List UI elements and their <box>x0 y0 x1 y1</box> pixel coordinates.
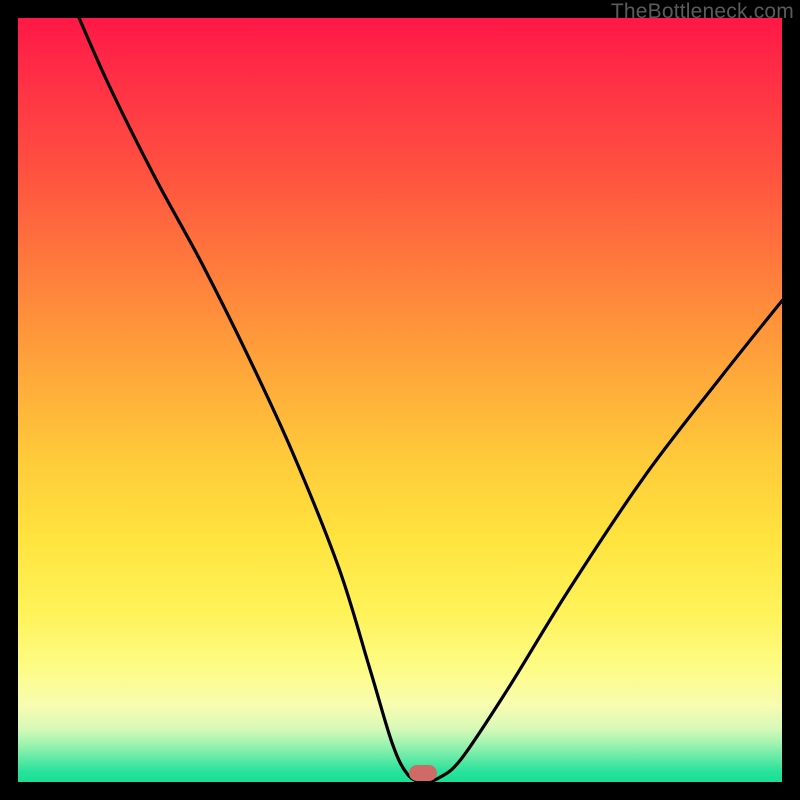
chart-frame: TheBottleneck.com <box>0 0 800 800</box>
optimum-marker <box>409 765 437 781</box>
plot-area <box>18 18 782 782</box>
bottleneck-curve <box>18 18 782 782</box>
